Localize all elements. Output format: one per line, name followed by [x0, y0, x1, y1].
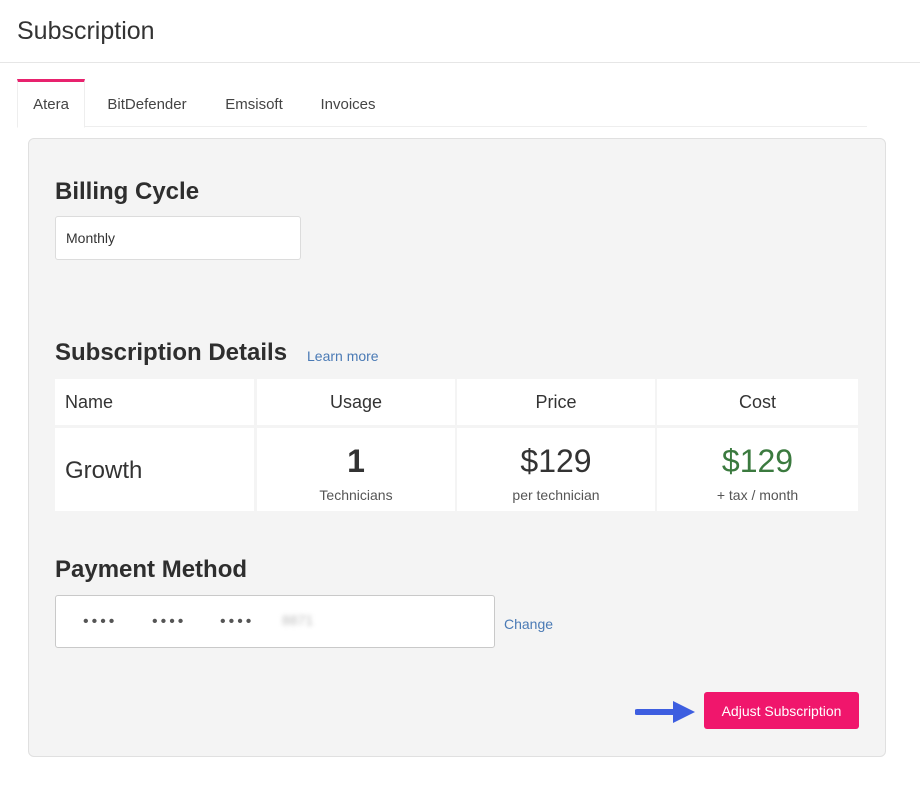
tab-bar: Atera BitDefender Emsisoft Invoices — [17, 79, 867, 128]
payment-method-title: Payment Method — [55, 556, 248, 583]
tab-atera[interactable]: Atera — [17, 79, 85, 128]
column-header-usage: Usage — [257, 379, 455, 425]
card-last-four: 8871 — [282, 612, 314, 628]
learn-more-link[interactable]: Learn more — [307, 348, 379, 364]
cell-price: $129 per technician — [457, 428, 655, 511]
masked-digits-2: •••• — [152, 613, 187, 630]
cell-cost: $129 + tax / month — [657, 428, 858, 511]
column-header-cost: Cost — [657, 379, 858, 425]
cost-unit: + tax / month — [716, 487, 799, 503]
cost-value: $129 — [721, 443, 794, 479]
price-unit: per technician — [512, 487, 600, 503]
cell-plan-name: Growth — [55, 428, 254, 511]
usage-unit: Technicians — [319, 487, 393, 503]
masked-digits-1: •••• — [83, 613, 118, 630]
page-title: Subscription — [17, 17, 155, 45]
subscription-details-table: Name Usage Price Cost Growth 1 Technicia… — [55, 379, 858, 511]
billing-cycle-title: Billing Cycle — [55, 178, 200, 205]
price-value: $129 — [520, 443, 592, 479]
column-header-name: Name — [55, 379, 254, 425]
payment-card-field[interactable]: •••• •••• •••• 8871 — [55, 595, 495, 648]
adjust-subscription-button[interactable]: Adjust Subscription — [704, 692, 859, 729]
plan-name: Growth — [65, 457, 143, 484]
change-payment-link[interactable]: Change — [504, 616, 553, 632]
cell-usage: 1 Technicians — [257, 428, 455, 511]
arrow-right-icon — [635, 701, 695, 723]
usage-value: 1 — [347, 443, 365, 479]
masked-digits-3: •••• — [220, 613, 255, 630]
tab-bitdefender[interactable]: BitDefender — [99, 79, 195, 127]
page-header: Subscription — [0, 0, 920, 63]
tab-invoices[interactable]: Invoices — [313, 79, 383, 127]
billing-cycle-select[interactable]: Monthly — [55, 216, 301, 260]
subscription-panel: Billing Cycle Monthly Subscription Detai… — [28, 138, 886, 757]
subscription-details-title: Subscription Details — [55, 339, 288, 366]
tab-emsisoft[interactable]: Emsisoft — [217, 79, 291, 127]
column-header-price: Price — [457, 379, 655, 425]
